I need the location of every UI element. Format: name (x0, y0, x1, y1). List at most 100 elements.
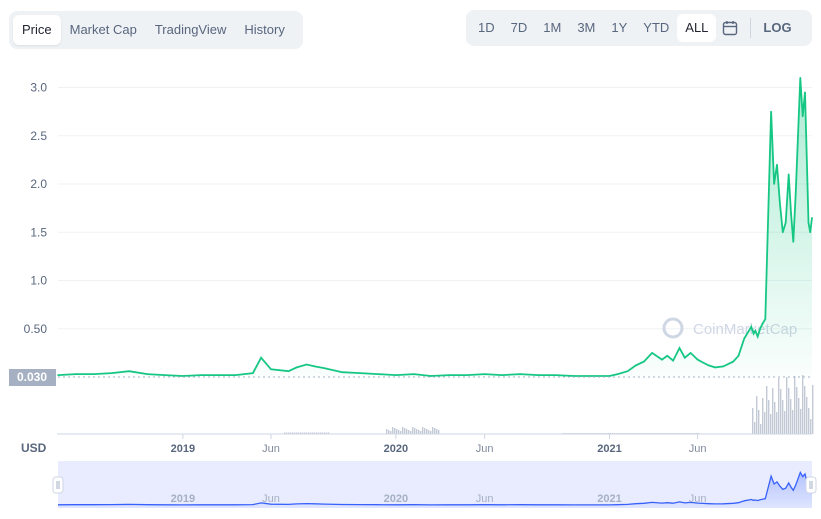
volume-bar (298, 432, 300, 434)
volume-bar (342, 433, 344, 434)
volume-bar (712, 433, 714, 434)
volume-bar (516, 433, 518, 434)
tab-price[interactable]: Price (13, 15, 61, 45)
volume-bar (232, 433, 234, 434)
range-ytd-button[interactable]: YTD (635, 14, 677, 42)
volume-bar (482, 433, 484, 434)
data-point (809, 231, 811, 234)
volume-bar (632, 433, 634, 434)
data-point (555, 374, 557, 376)
volume-bar (764, 412, 766, 434)
volume-bar (600, 433, 602, 434)
volume-bar (690, 433, 692, 434)
volume-bar (502, 433, 504, 434)
volume-bar (520, 433, 522, 434)
y-tick-label: 2.5 (30, 129, 47, 143)
volume-bar (376, 433, 378, 434)
volume-bar (422, 427, 424, 434)
volume-bar (82, 433, 84, 434)
data-point (216, 374, 219, 376)
range-all-button[interactable]: ALL (677, 14, 717, 42)
data-point (722, 365, 725, 368)
volume-bar (608, 433, 610, 434)
volume-bar (532, 433, 534, 434)
data-point (260, 356, 262, 359)
volume-bar (70, 433, 72, 434)
volume-bar (810, 419, 812, 434)
volume-bar (132, 433, 134, 434)
y-tick-label: 2.0 (30, 177, 47, 191)
data-point (92, 373, 95, 375)
volume-bar (394, 428, 396, 434)
volume-bar (562, 433, 564, 434)
volume-bar (270, 433, 272, 434)
volume-bar (184, 433, 186, 434)
volume-bar (92, 433, 94, 434)
y-axis: 0.50 1.0 1.5 2.0 2.5 3.0 (24, 81, 48, 336)
volume-bar (634, 433, 636, 434)
volume-bar (742, 433, 744, 434)
volume-bar (100, 433, 102, 434)
volume-bar (638, 433, 640, 434)
volume-bar (406, 429, 408, 434)
volume-bar (86, 433, 88, 434)
volume-bar (384, 433, 386, 434)
data-point (465, 374, 468, 376)
volume-bar (216, 433, 218, 434)
tab-tradingview[interactable]: TradingView (146, 15, 236, 45)
time-range-selector: 1D 7D 1M 3M 1Y YTD ALL LOG (466, 10, 812, 46)
range-1m-button[interactable]: 1M (535, 14, 569, 42)
volume-bar (500, 433, 502, 434)
volume-bar (144, 433, 146, 434)
data-point (784, 221, 787, 224)
volume-bar (488, 433, 490, 434)
volume-bar (812, 385, 814, 434)
data-point (811, 217, 813, 219)
volume-bar (320, 432, 322, 434)
volume-bar (288, 432, 290, 434)
volume-bar (202, 433, 204, 434)
volume-bar (598, 433, 600, 434)
divider (750, 18, 752, 38)
tab-market-cap[interactable]: Market Cap (61, 15, 146, 45)
range-1y-button[interactable]: 1Y (603, 14, 635, 42)
volume-bar (756, 396, 758, 434)
range-7d-button[interactable]: 7D (503, 14, 536, 42)
price-tag-bg (9, 369, 56, 386)
navigator-right-handle[interactable] (805, 476, 817, 494)
volume-bar (688, 433, 690, 434)
volume-bar (706, 433, 708, 434)
chart-type-tabs: Price Market Cap TradingView History (9, 11, 303, 49)
volume-bar (790, 399, 792, 434)
volume-bar (800, 409, 802, 434)
volume-bar (346, 433, 348, 434)
volume-bar (564, 433, 566, 434)
volume-bar (702, 433, 704, 434)
data-point (305, 363, 308, 366)
volume-bar (718, 433, 720, 434)
volume-bar (740, 433, 742, 434)
volume-bar (720, 433, 722, 434)
volume-bars (58, 375, 814, 434)
volume-bar (62, 433, 64, 434)
volume-bar (538, 433, 540, 434)
volume-bar (524, 433, 526, 434)
range-3m-button[interactable]: 3M (569, 14, 603, 42)
volume-bar (694, 433, 696, 434)
volume-bar (674, 433, 676, 434)
volume-bar (568, 433, 570, 434)
volume-bar (104, 433, 106, 434)
range-1d-button[interactable]: 1D (470, 14, 503, 42)
volume-bar (300, 432, 302, 434)
volume-bar (614, 433, 616, 434)
navigator-left-handle[interactable] (52, 476, 64, 494)
volume-bar (806, 397, 808, 434)
volume-bar (668, 433, 670, 434)
tab-history[interactable]: History (235, 15, 293, 45)
volume-bar (558, 433, 560, 434)
volume-bar (586, 433, 588, 434)
navigator[interactable]: 2019 Jun 2020 Jun 2021 Jun (52, 461, 817, 508)
calendar-icon[interactable] (716, 14, 744, 42)
log-scale-toggle[interactable]: LOG (757, 14, 797, 42)
volume-bar (750, 433, 752, 434)
